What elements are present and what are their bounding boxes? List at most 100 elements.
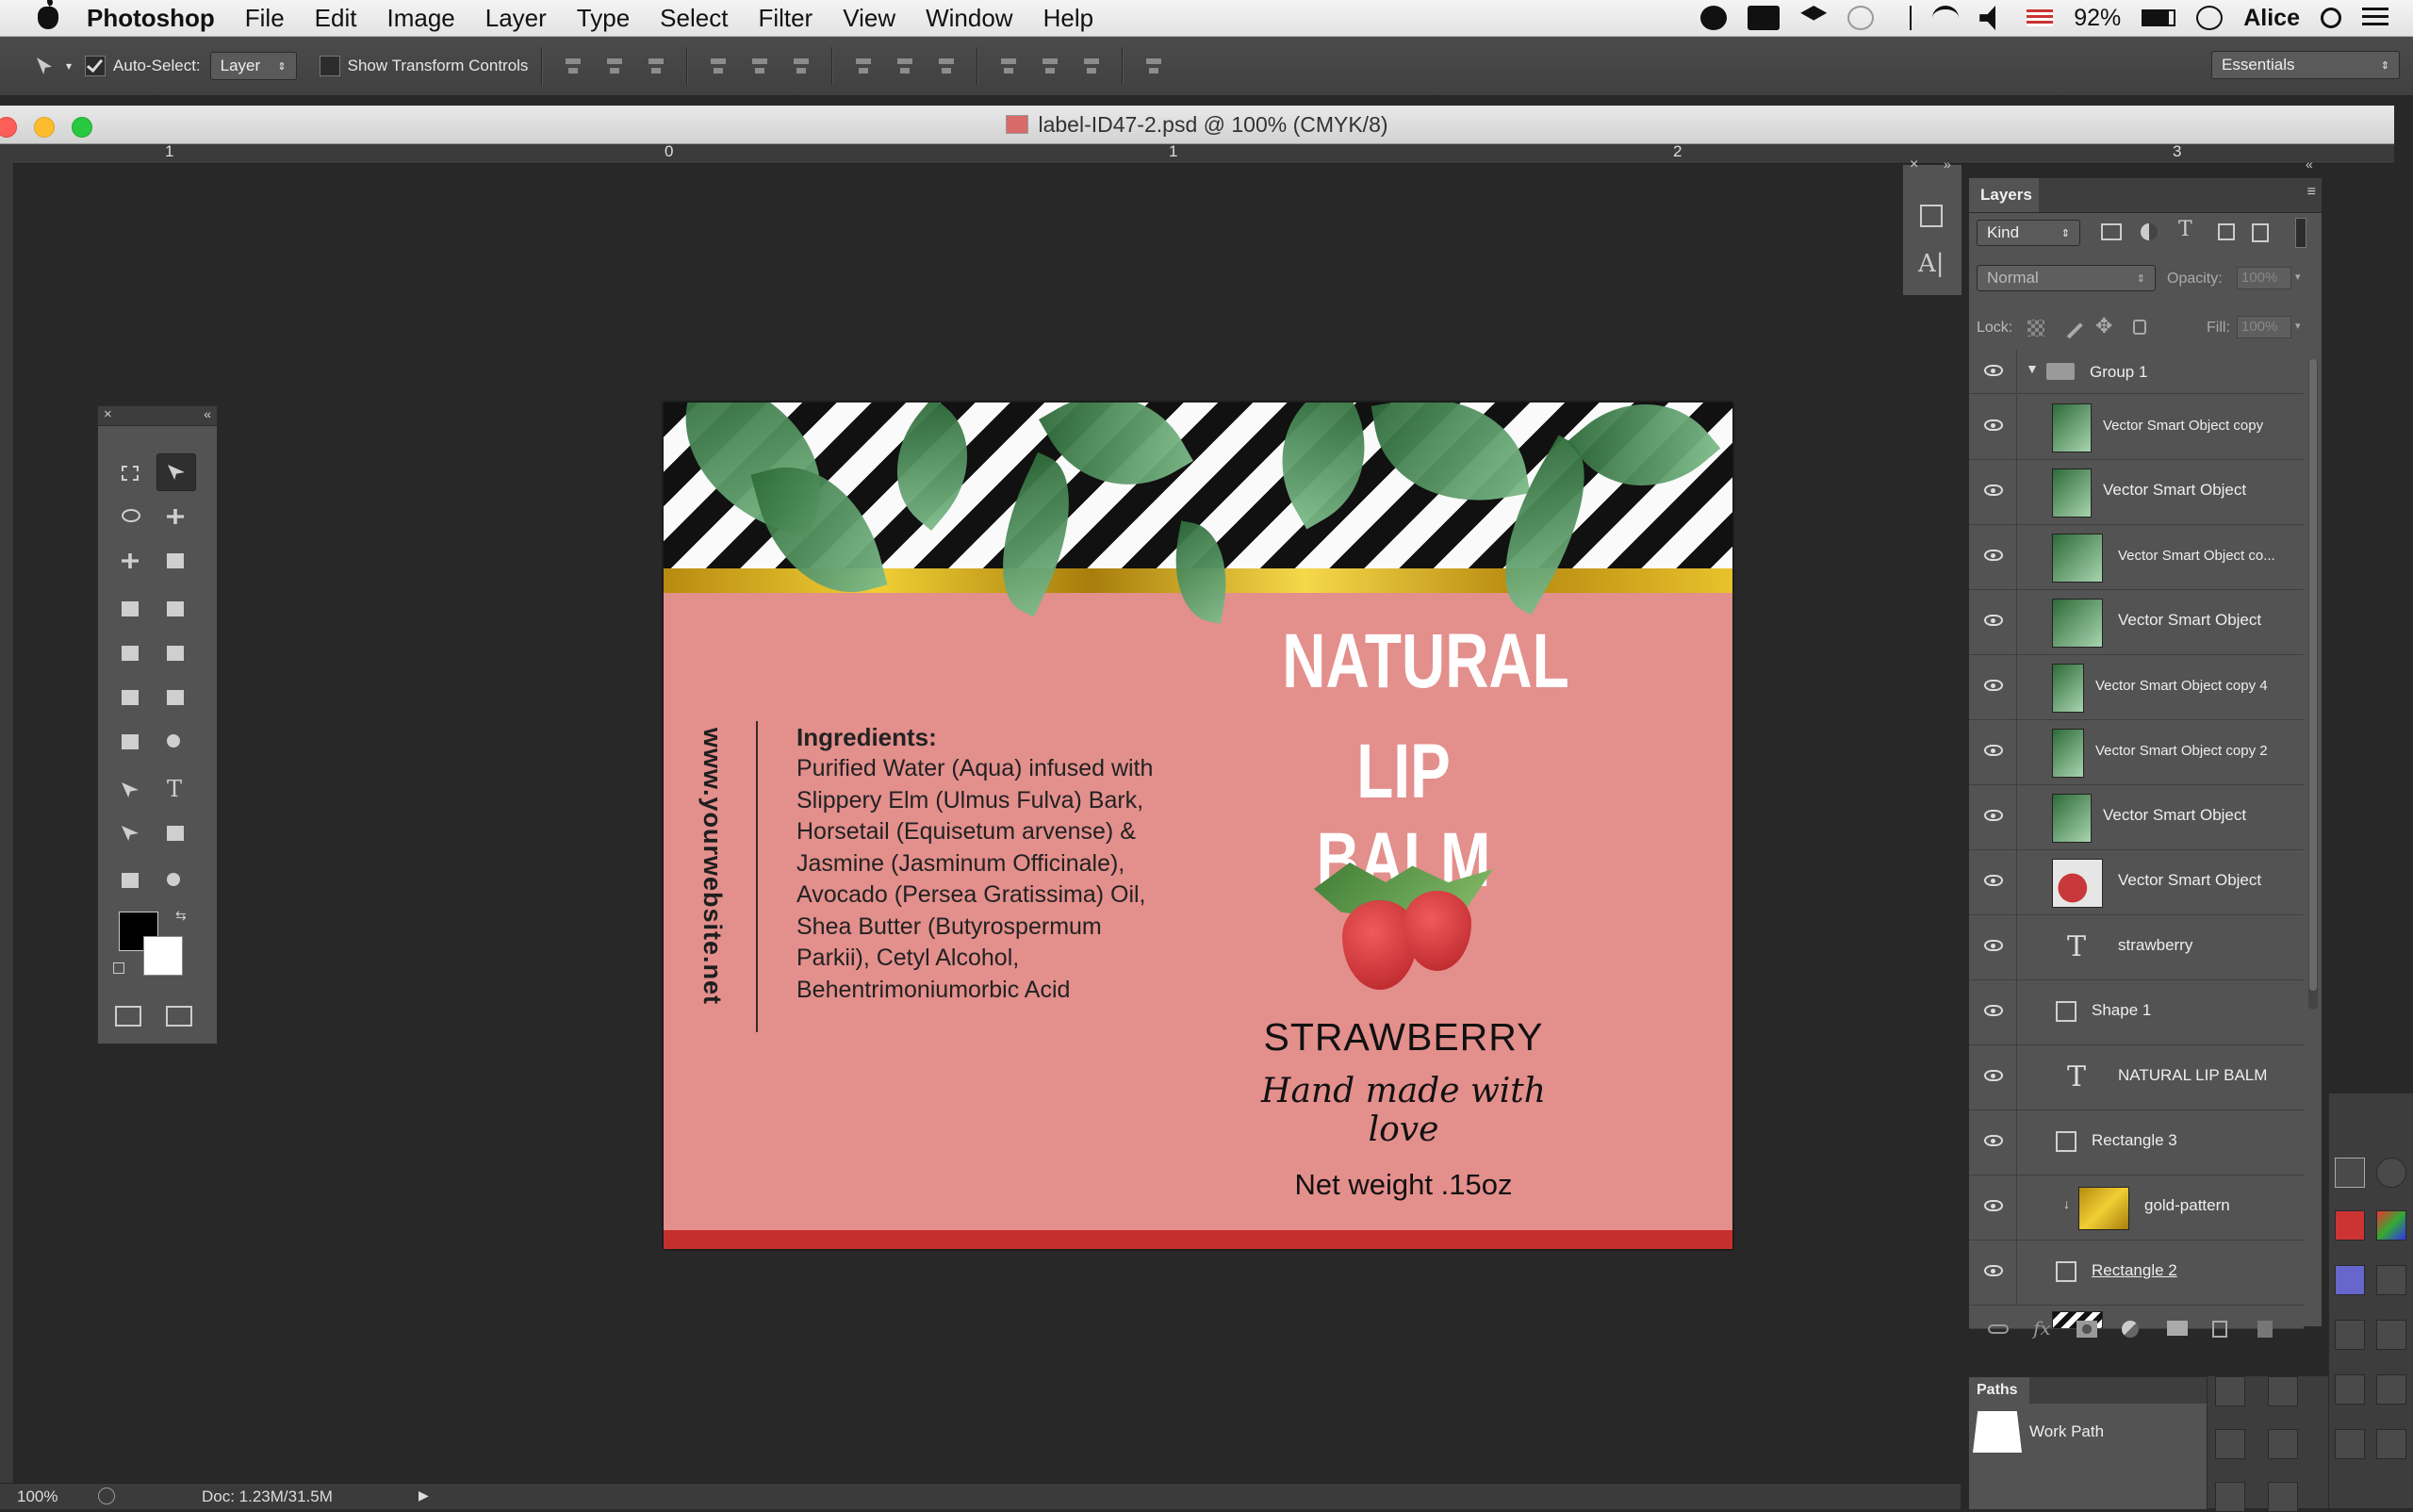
fx-icon[interactable]: fx	[2033, 1317, 2051, 1339]
visibility-eye-icon[interactable]	[1984, 615, 2003, 626]
collapse-icon[interactable]: «	[204, 406, 211, 421]
visibility-eye-icon[interactable]	[1984, 1005, 2003, 1016]
document-title-bar[interactable]: label-ID47-2.psd @ 100% (CMYK/8)	[0, 106, 2394, 144]
move-tool[interactable]	[156, 453, 196, 491]
camera-icon[interactable]	[2376, 1158, 2406, 1188]
product-title-line1[interactable]: NATURAL	[1282, 617, 1568, 706]
strawberry-illustration[interactable]	[1314, 863, 1493, 994]
wifi-icon[interactable]	[1932, 6, 1960, 30]
healing-brush-tool[interactable]	[111, 591, 149, 627]
align-vertical-center-icon[interactable]	[604, 55, 625, 77]
brush-tool[interactable]	[156, 591, 194, 627]
auto-select-checkbox[interactable]	[85, 56, 107, 76]
close-window-button[interactable]	[0, 117, 17, 138]
style-swatch[interactable]	[2335, 1374, 2365, 1405]
collapse-dock-icon[interactable]: «	[2306, 156, 2313, 172]
fill-slider-icon[interactable]: ▾	[2295, 320, 2301, 332]
menu-view[interactable]: View	[843, 4, 895, 33]
menu-window[interactable]: Window	[926, 4, 1012, 33]
style-swatch[interactable]	[2215, 1482, 2245, 1512]
align-top-icon[interactable]	[563, 55, 583, 77]
layer-row[interactable]: T NATURAL LIP BALM	[1969, 1045, 2304, 1110]
default-colors-icon[interactable]	[113, 962, 124, 974]
filter-toggle-icon[interactable]	[2295, 218, 2306, 248]
lasso-tool[interactable]	[111, 499, 149, 534]
style-swatch[interactable]	[2376, 1320, 2406, 1350]
style-swatch[interactable]	[2376, 1265, 2406, 1295]
blend-mode-dropdown[interactable]: Normal ⇕	[1977, 265, 2156, 291]
style-swatch[interactable]	[2376, 1210, 2406, 1241]
rectangle-tool[interactable]	[156, 815, 194, 851]
stamp-tool[interactable]	[111, 635, 149, 671]
align-left-icon[interactable]	[708, 55, 729, 77]
layer-row[interactable]: Vector Smart Object co...	[1969, 525, 2304, 590]
type-tool[interactable]	[156, 772, 194, 808]
status-info-icon[interactable]	[98, 1487, 115, 1504]
style-swatch[interactable]	[2215, 1376, 2245, 1406]
path-selection-tool[interactable]	[111, 815, 149, 851]
history-brush-tool[interactable]	[156, 635, 194, 671]
pen-tool[interactable]	[111, 772, 149, 808]
vertical-ruler[interactable]	[0, 163, 14, 1483]
visibility-eye-icon[interactable]	[1984, 1200, 2003, 1211]
menu-type[interactable]: Type	[577, 4, 630, 33]
app-menu[interactable]: Photoshop	[87, 4, 215, 33]
menu-file[interactable]: File	[245, 4, 285, 33]
layer-row[interactable]: Rectangle 2	[1969, 1241, 2304, 1306]
menu-image[interactable]: Image	[386, 4, 454, 33]
new-adjustment-icon[interactable]	[2122, 1321, 2139, 1338]
crop-tool[interactable]	[111, 543, 149, 579]
delete-layer-icon[interactable]	[2257, 1321, 2273, 1338]
visibility-eye-icon[interactable]	[1984, 419, 2003, 431]
net-weight-text[interactable]: Net weight .15oz	[1229, 1168, 1578, 1202]
layer-row[interactable]: Rectangle 3	[1969, 1110, 2304, 1175]
layer-row[interactable]: Shape 1	[1969, 980, 2304, 1045]
swap-colors-icon[interactable]: ⇆	[175, 908, 187, 924]
ingredients-title[interactable]: Ingredients:	[796, 723, 937, 752]
style-swatch[interactable]	[2268, 1429, 2298, 1459]
eyedropper-tool[interactable]	[156, 543, 194, 579]
lock-image-icon[interactable]	[2066, 322, 2083, 339]
history-panel-icon[interactable]	[1920, 205, 1943, 227]
path-row[interactable]: Work Path	[1969, 1411, 2207, 1454]
menu-edit[interactable]: Edit	[315, 4, 357, 33]
style-swatch[interactable]	[2268, 1376, 2298, 1406]
menu-filter[interactable]: Filter	[758, 4, 813, 33]
tagline-text[interactable]: Hand made with love	[1229, 1072, 1578, 1149]
workspace-dropdown[interactable]: Essentials ⇕	[2211, 51, 2400, 79]
visibility-eye-icon[interactable]	[1984, 485, 2003, 496]
distribute-horizontal-center-icon[interactable]	[1040, 55, 1060, 77]
apple-menu-icon[interactable]	[38, 7, 58, 29]
expand-triangle-icon[interactable]: ▼	[2026, 361, 2039, 376]
auto-align-layers-icon[interactable]	[1143, 55, 1164, 77]
zoom-level[interactable]: 100%	[17, 1487, 57, 1506]
visibility-eye-icon[interactable]	[1984, 1265, 2003, 1276]
screen-mode-icon[interactable]	[166, 1006, 192, 1027]
visibility-eye-icon[interactable]	[1984, 810, 2003, 821]
filter-kind-dropdown[interactable]: Kind ⇕	[1977, 220, 2080, 246]
layer-row[interactable]: Vector Smart Object copy 2	[1969, 720, 2304, 785]
zoom-tool[interactable]	[156, 863, 194, 898]
menu-select[interactable]: Select	[660, 4, 728, 33]
visibility-eye-icon[interactable]	[1984, 1135, 2003, 1146]
hand-tool[interactable]	[111, 863, 149, 898]
scrollbar-thumb[interactable]	[2309, 359, 2317, 991]
skype-icon[interactable]	[1700, 6, 1728, 30]
label-artwork[interactable]: www.yourwebsite.net Ingredients: Purifie…	[664, 403, 1732, 1249]
preset-chevron-down-icon[interactable]: ▾	[66, 59, 72, 73]
visibility-eye-icon[interactable]	[1984, 680, 2003, 691]
style-swatch[interactable]	[2335, 1158, 2365, 1188]
layer-row[interactable]: Vector Smart Object	[1969, 460, 2304, 525]
ingredients-text[interactable]: Purified Water (Aqua) infused with Slipp…	[796, 753, 1174, 1006]
layer-row[interactable]: Vector Smart Object copy	[1969, 395, 2304, 460]
new-group-icon[interactable]	[2167, 1321, 2188, 1336]
distribute-left-icon[interactable]	[998, 55, 1019, 77]
gradient-tool[interactable]	[156, 680, 194, 715]
distribute-top-icon[interactable]	[853, 55, 874, 77]
flag-icon[interactable]	[2027, 9, 2054, 26]
visibility-eye-icon[interactable]	[1984, 550, 2003, 561]
filter-adjustment-icon[interactable]	[2141, 223, 2158, 240]
align-bottom-icon[interactable]	[646, 55, 666, 77]
opacity-input[interactable]: 100%	[2237, 267, 2291, 289]
move-tool-preset-icon[interactable]	[32, 53, 58, 79]
